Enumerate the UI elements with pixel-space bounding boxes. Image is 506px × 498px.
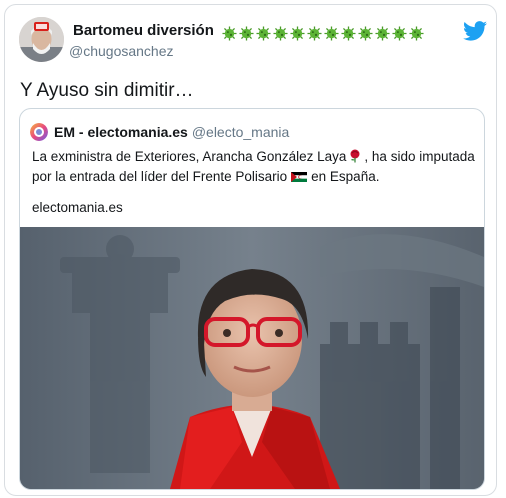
- quoted-account-name[interactable]: EM - electomania.es @electo_mania: [54, 124, 289, 140]
- author-emoji-row: [222, 24, 426, 41]
- woman-red-glasses-photo[interactable]: [20, 227, 484, 489]
- virus-icon: [290, 26, 305, 41]
- virus-icon: [358, 26, 373, 41]
- quoted-account-name-text[interactable]: EM - electomania.es: [54, 124, 188, 140]
- virus-icon: [239, 26, 254, 41]
- quoted-tweet-card[interactable]: EM - electomania.es @electo_mania La exmi…: [19, 108, 485, 490]
- virus-icon: [409, 26, 424, 41]
- sahrawi-flag-icon: [291, 172, 308, 182]
- virus-icon: [273, 26, 288, 41]
- avatar-portrait-image: [19, 17, 64, 62]
- virus-icon: [392, 26, 407, 41]
- quoted-tweet-text: La exministra de Exteriores, Arancha Gon…: [32, 147, 478, 187]
- virus-icon: [341, 26, 356, 41]
- quoted-account-handle[interactable]: @electo_mania: [192, 124, 290, 140]
- quoted-link[interactable]: electomania.es: [32, 200, 123, 215]
- rose-icon: [350, 149, 360, 163]
- author-name-text[interactable]: Bartomeu diversión: [73, 22, 214, 39]
- virus-icon: [324, 26, 339, 41]
- author-handle[interactable]: @chugosanchez: [69, 43, 174, 59]
- twitter-bird-icon[interactable]: [463, 21, 487, 41]
- tweet-card[interactable]: Bartomeu diversión @chugosanchez Y Ayuso…: [4, 4, 497, 496]
- author-avatar[interactable]: [19, 17, 64, 62]
- virus-icon: [222, 26, 237, 41]
- virus-icon: [375, 26, 390, 41]
- quoted-text-part3: en España.: [311, 169, 380, 184]
- virus-icon: [256, 26, 271, 41]
- virus-icon: [307, 26, 322, 41]
- photo-image: [20, 227, 484, 489]
- author-name[interactable]: Bartomeu diversión: [73, 22, 426, 41]
- quoted-text-part1: La exministra de Exteriores, Arancha Gon…: [32, 149, 347, 164]
- electomania-logo-icon[interactable]: [30, 123, 48, 141]
- tweet-text: Y Ayuso sin dimitir…: [20, 80, 194, 101]
